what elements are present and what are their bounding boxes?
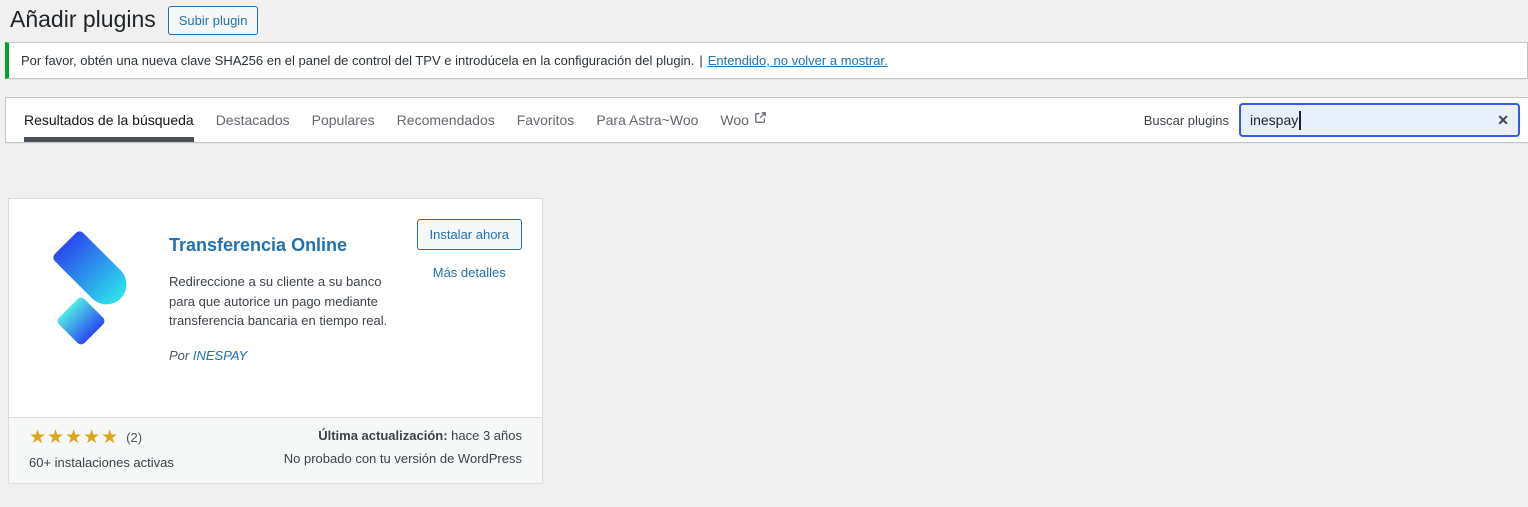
search-input[interactable]: inespay ✕ [1239,103,1520,137]
plugin-card-top: Transferencia Online Redireccione a su c… [9,199,542,369]
last-updated-value: hace 3 años [451,428,522,443]
last-updated-line: Última actualización: hace 3 años [284,428,522,443]
tab-woo[interactable]: Woo [720,98,767,142]
filter-bar: Resultados de la búsqueda Destacados Pop… [5,97,1528,143]
plugin-title-link[interactable]: Transferencia Online [169,235,347,255]
tab-woo-label: Woo [720,112,749,128]
search-group: Buscar plugins inespay ✕ [1144,98,1520,142]
tab-search-results[interactable]: Resultados de la búsqueda [24,98,194,142]
tab-favorites[interactable]: Favoritos [517,98,575,142]
tab-para-astra-woo[interactable]: Para Astra~Woo [596,98,698,142]
page-title: Añadir plugins [10,5,156,35]
clear-search-icon[interactable]: ✕ [1497,113,1509,127]
notice-dismiss-link[interactable]: Entendido, no volver a mostrar. [708,53,888,68]
tab-recommended[interactable]: Recomendados [397,98,495,142]
text-caret [1299,111,1301,130]
tab-popular[interactable]: Populares [312,98,375,142]
active-installs: 60+ instalaciones activas [29,455,174,470]
plugin-card: Transferencia Online Redireccione a su c… [8,198,543,484]
plugin-description: Redireccione a su cliente a su banco par… [169,272,397,331]
plugin-card-footer: ★★★★★ (2) 60+ instalaciones activas Últi… [9,417,542,483]
last-updated-label: Última actualización: [318,428,447,443]
notice-separator: | [699,53,702,68]
upload-plugin-button[interactable]: Subir plugin [168,6,259,35]
plugin-author-line: Por INESPAY [169,348,397,363]
external-link-icon [754,111,767,127]
author-prefix: Por [169,348,189,363]
plugin-actions: Instalar ahora Más detalles [417,219,523,369]
notice-message: Por favor, obtén una nueva clave SHA256 … [21,53,694,68]
plugin-card-meta-right: Última actualización: hace 3 años No pro… [284,428,522,470]
rating-row: ★★★★★ (2) [29,428,174,447]
page-header: Añadir plugins Subir plugin [10,0,258,40]
search-input-value: inespay [1250,112,1298,128]
admin-notice: Por favor, obtén una nueva clave SHA256 … [5,42,1528,79]
tab-featured[interactable]: Destacados [216,98,290,142]
star-rating-icons: ★★★★★ [29,428,119,447]
logo-pill-shape [51,229,134,312]
plugin-info: Transferencia Online Redireccione a su c… [169,219,397,369]
install-now-button[interactable]: Instalar ahora [417,219,523,250]
plugin-logo-icon [29,219,141,369]
filter-tabs: Resultados de la búsqueda Destacados Pop… [24,98,767,142]
author-link[interactable]: INESPAY [193,348,247,363]
rating-count: (2) [126,430,142,445]
search-label: Buscar plugins [1144,113,1229,128]
more-details-link[interactable]: Más detalles [433,265,506,280]
compatibility-note: No probado con tu versión de WordPress [284,451,522,466]
plugin-card-meta-left: ★★★★★ (2) 60+ instalaciones activas [29,428,174,470]
